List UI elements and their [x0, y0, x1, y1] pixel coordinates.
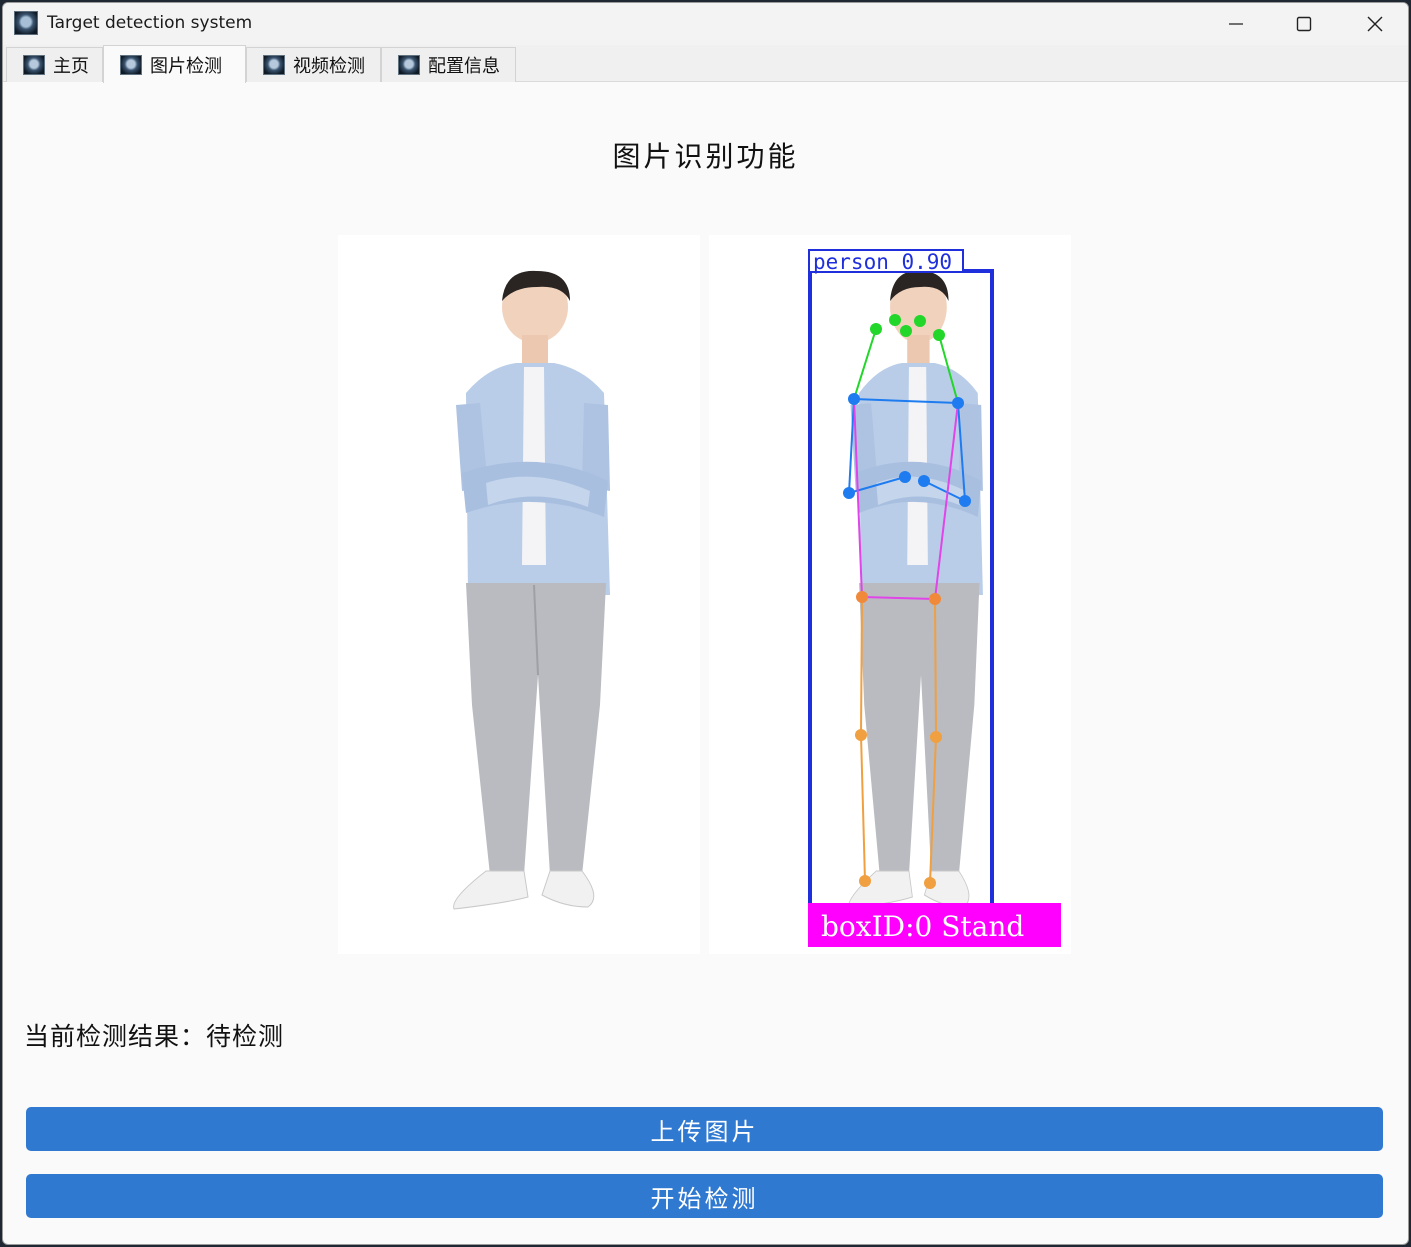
tab-image-detection[interactable]: 图片检测	[103, 45, 246, 83]
detection-result-image: person 0.90 boxID:0 Stand	[709, 235, 1071, 954]
class-label: person 0.90	[813, 250, 952, 274]
box-id-label: boxID:0 Stand	[821, 910, 1024, 943]
tab-label: 主页	[53, 56, 89, 77]
tab-home[interactable]: 主页	[6, 47, 103, 82]
tab-config-info[interactable]: 配置信息	[381, 47, 516, 82]
original-image	[338, 235, 700, 954]
tab-label: 视频检测	[293, 56, 365, 77]
tab-video-detection[interactable]: 视频检测	[246, 47, 381, 82]
tab-label: 配置信息	[428, 56, 500, 77]
close-button[interactable]	[1340, 3, 1408, 45]
app-icon	[14, 11, 38, 35]
annotated-person-figure: person 0.90 boxID:0 Stand	[808, 249, 1061, 947]
minimize-icon	[1229, 23, 1243, 25]
window-title: Target detection system	[47, 13, 253, 33]
minimize-button[interactable]	[1201, 3, 1271, 45]
close-icon	[1367, 16, 1383, 32]
tab-label: 图片检测	[150, 55, 222, 77]
detection-result-text: 当前检测结果：待检测	[24, 1022, 285, 1051]
start-detection-button[interactable]: 开始检测	[26, 1174, 1383, 1218]
app-icon	[120, 54, 142, 75]
page-title: 图片识别功能	[612, 140, 799, 173]
title-bar[interactable]: Target detection system	[3, 3, 1408, 45]
app-icon	[263, 55, 285, 75]
upload-image-button[interactable]: 上传图片	[26, 1107, 1383, 1151]
maximize-icon	[1296, 16, 1312, 32]
tab-bar: 主页 图片检测 视频检测 配置信息	[3, 45, 1408, 83]
app-window: Target detection system 主页 图片检测 视频检测 配置信…	[2, 2, 1409, 1245]
app-icon	[398, 55, 420, 75]
person-figure	[453, 270, 610, 910]
app-icon	[23, 55, 45, 75]
maximize-button[interactable]	[1269, 3, 1339, 45]
